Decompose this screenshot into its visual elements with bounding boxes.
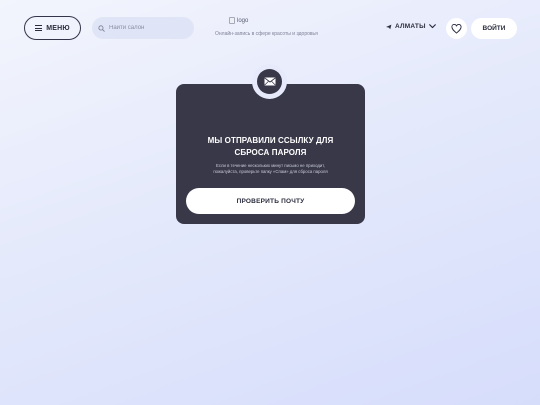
chevron-down-icon (428, 24, 436, 29)
burger-icon (35, 25, 43, 31)
card-text-line: пожалуйста, проверьте папку «Спам» для с… (213, 169, 328, 174)
envelope-icon (263, 77, 276, 86)
mail-badge (252, 64, 287, 99)
broken-image-icon (229, 17, 235, 24)
check-email-label: ПРОВЕРИТЬ ПОЧТУ (236, 197, 305, 205)
menu-label: МЕНЮ (46, 24, 70, 32)
location-arrow-icon (386, 24, 392, 29)
heart-icon (451, 23, 462, 34)
search-box[interactable] (92, 17, 194, 39)
login-button[interactable]: ВОЙТИ (471, 18, 517, 39)
favorites-button[interactable] (446, 18, 467, 39)
login-label: ВОЙТИ (482, 25, 506, 32)
city-selector[interactable]: АЛМАТЫ (386, 23, 436, 30)
card-title-line: СБРОСА ПАРОЛЯ (234, 148, 307, 157)
logo[interactable]: logo (229, 17, 248, 24)
search-input[interactable] (109, 25, 189, 31)
mail-circle (257, 69, 282, 94)
city-label: АЛМАТЫ (395, 23, 426, 30)
check-email-button[interactable]: ПРОВЕРИТЬ ПОЧТУ (186, 188, 355, 214)
card-title: МЫ ОТПРАВИЛИ ССЫЛКУ ДЛЯ СБРОСА ПАРОЛЯ (176, 135, 365, 159)
card-description: Если в течение нескольких минут письмо н… (196, 163, 345, 175)
tagline: Онлайн-запись в сфере красоты и здоровья (215, 31, 318, 37)
card-title-line: МЫ ОТПРАВИЛИ ССЫЛКУ ДЛЯ (207, 136, 334, 145)
logo-alt-text: logo (237, 17, 249, 24)
menu-button[interactable]: МЕНЮ (24, 16, 81, 40)
header: МЕНЮ logo Онлайн-запись в сфере красоты … (0, 0, 540, 58)
search-icon (98, 24, 105, 32)
